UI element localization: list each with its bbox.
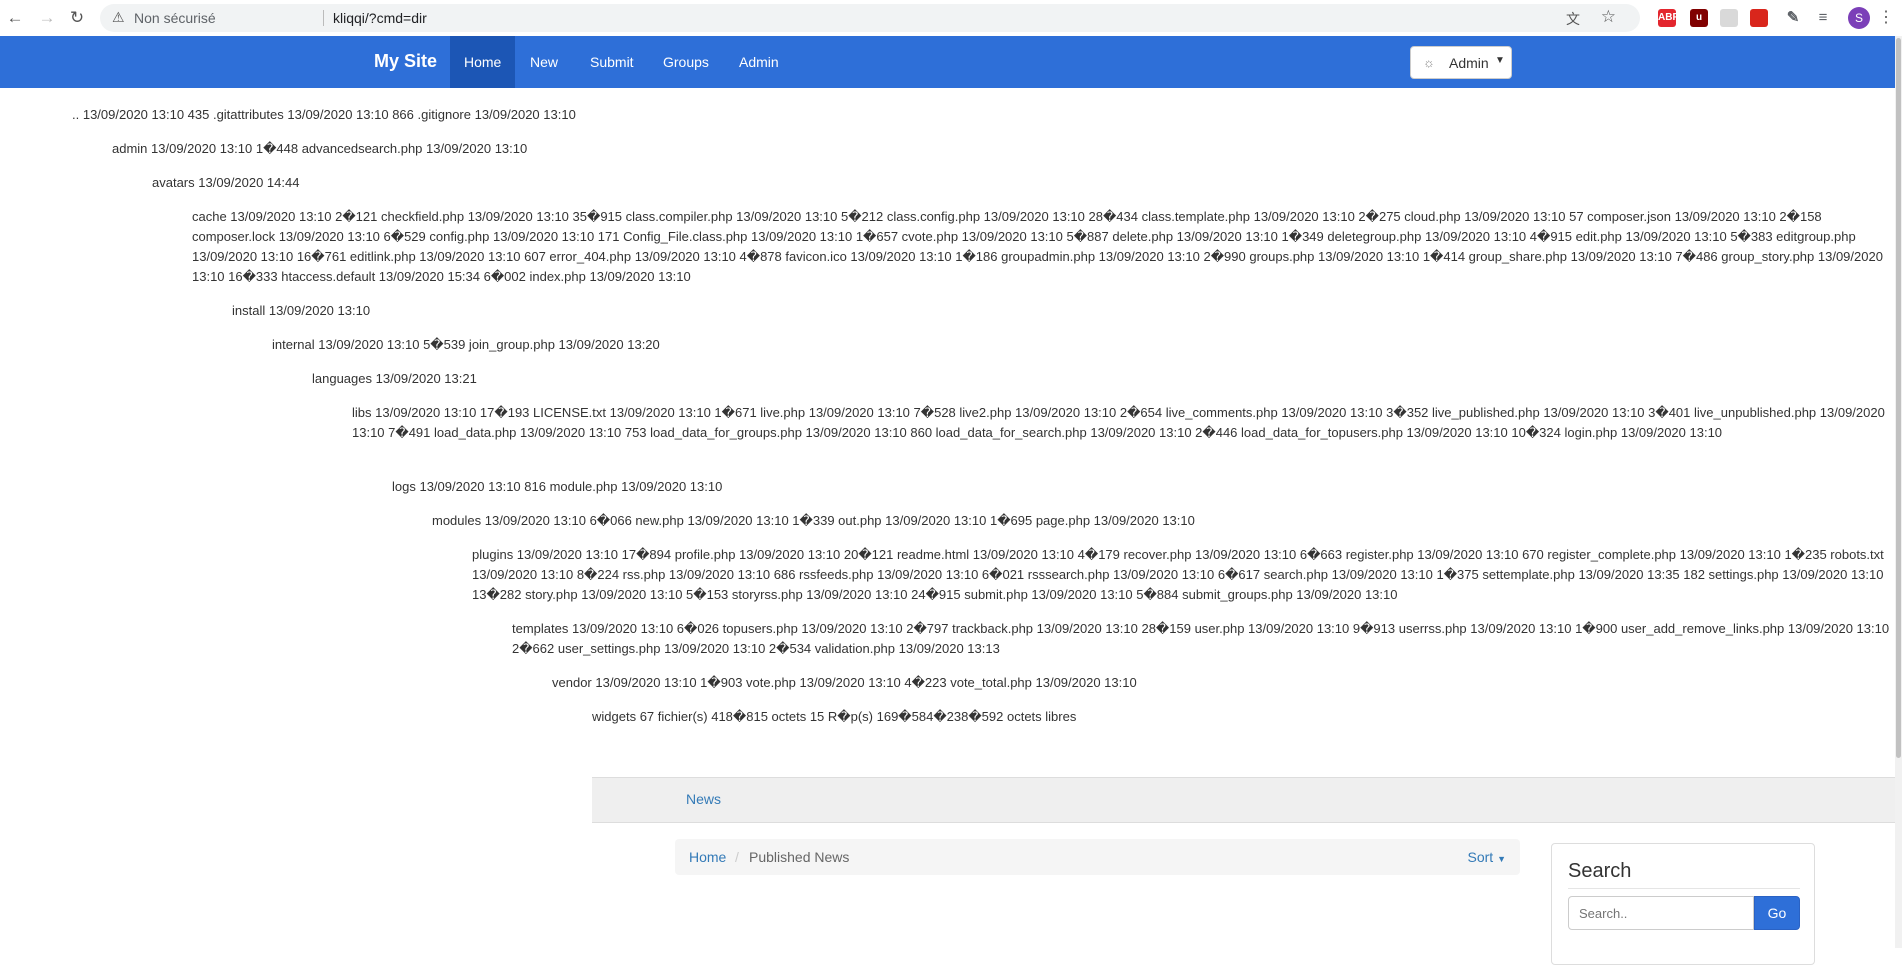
bookmark-star-icon[interactable]: ☆ [1601, 7, 1616, 27]
news-bar: News [592, 777, 1895, 823]
address-divider [323, 10, 324, 26]
search-input[interactable] [1568, 896, 1754, 930]
breadcrumb-home[interactable]: Home [689, 849, 726, 865]
listing-line: libs 13/09/2020 13:10 17�193 LICENSE.txt… [352, 405, 1885, 440]
listing-line: admin 13/09/2020 13:10 1�448 advancedsea… [112, 141, 528, 156]
browser-menu-icon[interactable]: ⋮ [1878, 7, 1894, 27]
listing-line: install 13/09/2020 13:10 [232, 303, 371, 318]
back-arrow-icon[interactable]: ← [4, 7, 26, 29]
nav-home[interactable]: Home [450, 36, 516, 88]
warning-triangle-icon: ⚠ [112, 9, 125, 25]
listing-line: avatars 13/09/2020 14:44 [152, 175, 300, 190]
puzzle-icon[interactable]: ✎ [1784, 9, 1802, 27]
search-panel-divider [1568, 888, 1800, 889]
url-text[interactable]: kliqqi/?cmd=dir [333, 10, 427, 26]
nav-admin[interactable]: Admin [725, 36, 793, 88]
listing-line: logs 13/09/2020 13:10 816 module.php 13/… [392, 479, 723, 494]
caret-down-icon: ▼ [1497, 854, 1506, 864]
loading-spinner-icon: ☼ [1423, 55, 1435, 70]
breadcrumb: Home / Published News Sort ▼ [675, 839, 1520, 875]
nav-submit[interactable]: Submit [576, 36, 648, 88]
reload-icon[interactable]: ↻ [66, 7, 88, 29]
listing-line: widgets 67 fichier(s) 418�815 octets 15 … [592, 709, 1077, 724]
nav-new[interactable]: New [516, 36, 572, 88]
search-panel-title: Search [1568, 860, 1632, 882]
address-bar[interactable]: ⚠ Non sécurisé kliqqi/?cmd=dir 文 ☆ [100, 4, 1640, 32]
site-brand[interactable]: My Site [374, 51, 437, 72]
breadcrumb-separator: / [735, 849, 739, 865]
reading-list-icon[interactable]: ≡ [1814, 9, 1832, 27]
listing-line: languages 13/09/2020 13:21 [312, 371, 477, 386]
search-go-button[interactable]: Go [1754, 896, 1800, 930]
listing-line: plugins 13/09/2020 13:10 17�894 profile.… [472, 547, 1884, 602]
profile-avatar[interactable]: S [1848, 7, 1870, 29]
site-navbar: My Site Home New Submit Groups Admin ☼ A… [0, 36, 1895, 88]
news-link[interactable]: News [686, 791, 721, 807]
security-label[interactable]: Non sécurisé [134, 10, 216, 26]
translate-icon[interactable]: 文 [1566, 9, 1580, 29]
listing-line: vendor 13/09/2020 13:10 1�903 vote.php 1… [552, 675, 1137, 690]
extension-box-icon[interactable] [1720, 9, 1738, 27]
listing-line: internal 13/09/2020 13:10 5�539 join_gro… [272, 337, 660, 352]
forward-arrow-icon[interactable]: → [36, 7, 58, 29]
scrollbar-thumb[interactable] [1896, 38, 1901, 758]
sort-label: Sort [1467, 849, 1494, 865]
admin-dropdown-label: Admin [1449, 55, 1489, 71]
browser-toolbar: ← → ↻ ⚠ Non sécurisé kliqqi/?cmd=dir 文 ☆… [0, 0, 1902, 37]
listing-line: modules 13/09/2020 13:10 6�066 new.php 1… [432, 513, 1195, 528]
screen-icon[interactable] [1750, 9, 1768, 27]
breadcrumb-current: Published News [749, 849, 850, 865]
listing-line: cache 13/09/2020 13:10 2�121 checkfield.… [192, 209, 1883, 284]
admin-dropdown-button[interactable]: ☼ Admin ▼ [1410, 46, 1512, 79]
caret-down-icon: ▼ [1495, 55, 1505, 66]
search-panel: Search Go [1551, 843, 1815, 965]
sort-dropdown[interactable]: Sort ▼ [1468, 849, 1507, 865]
ublock-icon[interactable]: u [1690, 9, 1708, 27]
abp-icon[interactable]: ABP [1658, 9, 1679, 27]
nav-groups[interactable]: Groups [649, 36, 723, 88]
page-scrollbar[interactable] [1895, 36, 1902, 948]
listing-line: .. 13/09/2020 13:10 435 .gitattributes 1… [72, 107, 576, 122]
listing-line: templates 13/09/2020 13:10 6�026 topuser… [512, 621, 1890, 656]
